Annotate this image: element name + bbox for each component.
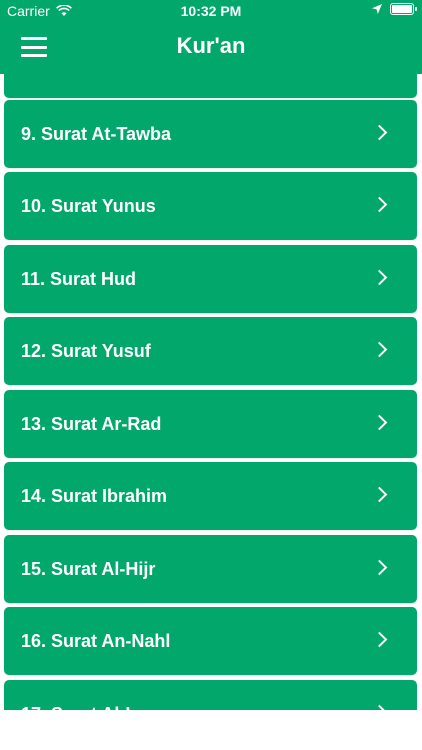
location-arrow-icon bbox=[372, 4, 382, 14]
list-item-label: 15. Surat Al-Hijr bbox=[21, 559, 156, 579]
list-item[interactable]: 10. Surat Yunus bbox=[4, 172, 417, 240]
list-item[interactable]: 9. Surat At-Tawba bbox=[4, 100, 417, 168]
list-item[interactable]: 16. Surat An-Nahl bbox=[4, 607, 417, 675]
list-item-label: 12. Surat Yusuf bbox=[21, 341, 151, 361]
list-item-label: 11. Surat Hud bbox=[21, 269, 137, 289]
list-item[interactable]: 13. Surat Ar-Rad bbox=[4, 390, 417, 458]
chevron-right-icon bbox=[371, 196, 388, 213]
chevron-right-icon bbox=[371, 631, 388, 648]
list-item[interactable] bbox=[4, 74, 417, 98]
status-time: 10:32 PM bbox=[180, 3, 242, 19]
chevron-right-icon bbox=[371, 124, 388, 141]
list-item[interactable]: 15. Surat Al-Hijr bbox=[4, 535, 417, 603]
status-right bbox=[372, 3, 417, 15]
battery-icon bbox=[390, 3, 417, 15]
list-item[interactable]: 12. Surat Yusuf bbox=[4, 317, 417, 385]
list-item[interactable]: 17. Surat Al-Isra bbox=[4, 680, 417, 710]
app-header: Carrier 10:32 PM Kur'an bbox=[0, 0, 422, 74]
surah-list[interactable]: 9. Surat At-Tawba 10. Surat Yunus 11. Su… bbox=[0, 74, 422, 710]
status-bar: Carrier 10:32 PM bbox=[0, 0, 422, 22]
list-item[interactable]: 11. Surat Hud bbox=[4, 245, 417, 313]
list-item-label: 9. Surat At-Tawba bbox=[21, 124, 172, 144]
chevron-right-icon bbox=[371, 341, 388, 358]
chevron-right-icon bbox=[371, 704, 388, 710]
page-title: Kur'an bbox=[176, 33, 246, 58]
list-item-label: 13. Surat Ar-Rad bbox=[21, 414, 162, 434]
list-item-label: 14. Surat Ibrahim bbox=[21, 486, 168, 506]
list-item-label: 10. Surat Yunus bbox=[21, 196, 156, 216]
list-item-label: 17. Surat Al-Isra bbox=[21, 680, 157, 710]
list-item[interactable]: 14. Surat Ibrahim bbox=[4, 462, 417, 530]
list-item-label: 16. Surat An-Nahl bbox=[21, 631, 171, 651]
chevron-right-icon bbox=[371, 486, 388, 503]
chevron-right-icon bbox=[371, 269, 388, 286]
chevron-right-icon bbox=[371, 414, 388, 431]
chevron-right-icon bbox=[371, 559, 388, 576]
